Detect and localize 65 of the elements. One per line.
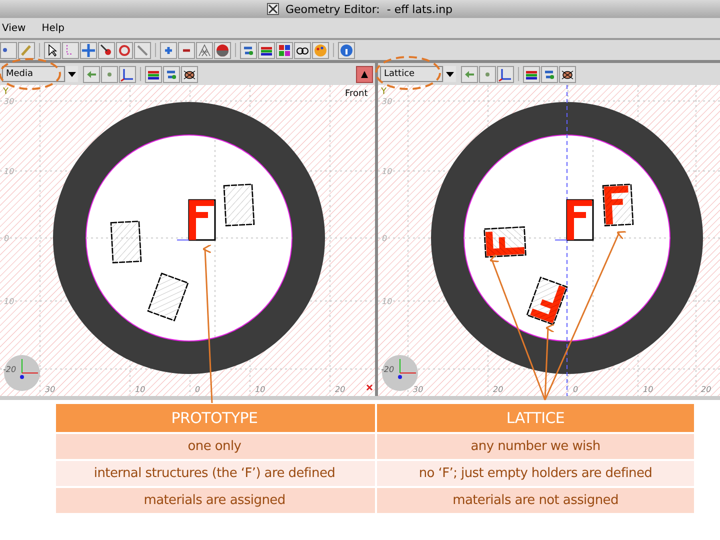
view-dropdown[interactable]: Lattice — [380, 66, 443, 82]
pin-icon[interactable] — [98, 42, 115, 58]
mesh-icon[interactable] — [196, 42, 213, 58]
orientation-axes-icon — [4, 355, 40, 391]
app-icon — [267, 3, 280, 15]
table-cell: no ‘F’; just empty holders are defined — [375, 461, 694, 486]
axis-tick-label: 10 — [4, 167, 14, 176]
axes-icon[interactable] — [497, 66, 514, 82]
axis-tick-label: 10 — [382, 297, 392, 306]
close-mark-icon[interactable] — [366, 384, 373, 391]
plus-icon[interactable] — [160, 42, 177, 58]
axis-tick-label: 30 — [45, 385, 56, 394]
window-title: Geometry Editor: - eff lats.inp — [285, 2, 453, 16]
pointer-icon[interactable] — [44, 42, 61, 58]
info-icon[interactable] — [338, 42, 355, 58]
table-cell: materials are not assigned — [375, 488, 694, 513]
menu-item[interactable]: View — [0, 22, 28, 34]
view-label: Front — [345, 89, 368, 99]
table-cell-text: internal structures (the ‘F’) are defined — [92, 465, 336, 483]
color-grid-icon[interactable] — [276, 42, 293, 58]
warning-button-icon[interactable] — [356, 66, 373, 82]
column-header: LATTICE — [375, 404, 694, 432]
rotate-icon[interactable] — [116, 42, 133, 58]
axis-tick-label: 20 — [701, 385, 712, 394]
link-icon[interactable] — [294, 42, 311, 58]
sphere-icon[interactable] — [214, 42, 231, 58]
axis-tick-label: 10 — [382, 167, 392, 176]
minus-icon[interactable] — [178, 42, 195, 58]
selection-icon[interactable] — [62, 42, 79, 58]
axis-tick-label: 0 — [4, 234, 10, 243]
holder-drawing — [223, 184, 255, 226]
table-cell: any number we wish — [375, 434, 694, 459]
axis-tick-label: 10 — [135, 385, 146, 394]
axis-tick-label: 30 — [413, 385, 424, 394]
axis-tick-label: 20 — [493, 385, 504, 394]
move-arrows-icon[interactable] — [80, 42, 97, 58]
axis-label: Y — [3, 87, 8, 97]
axis-tick-label: 0 — [382, 234, 388, 243]
holder-drawing — [110, 220, 142, 264]
axis-tick-label: -20 — [3, 365, 16, 374]
axis-tick-label: 20 — [335, 385, 346, 394]
palette-icon[interactable] — [312, 42, 329, 58]
menu-item[interactable]: Help — [40, 22, 67, 34]
axis-tick-label: 30 — [382, 97, 392, 106]
layers-icon[interactable] — [145, 66, 162, 82]
layers-icon[interactable] — [523, 66, 540, 82]
prototype-f-drawing — [554, 199, 594, 241]
axis-tick-label: 10 — [4, 297, 14, 306]
layers-icon[interactable] — [258, 42, 275, 58]
axis-label: Y — [381, 87, 386, 97]
table-cell-text: materials are assigned — [142, 492, 286, 510]
holder-drawing — [602, 184, 634, 226]
prototype-f-drawing — [176, 199, 216, 241]
axis-tick-label: 10 — [643, 385, 654, 394]
axes-icon[interactable] — [119, 66, 136, 82]
table-cell-text: one only — [186, 438, 242, 456]
view-dropdown[interactable]: Media — [2, 66, 65, 82]
column-header: PROTOTYPE — [170, 408, 259, 429]
geometry-canvas[interactable]: Y 30 10 0 10 30 20 0 10 20 -20 — [378, 85, 720, 396]
line-icon[interactable] — [134, 42, 151, 58]
axis-tick-label: 0 — [573, 385, 578, 394]
axis-tick-label: 30 — [4, 97, 14, 106]
axis-tick-label: 0 — [195, 385, 200, 394]
axis-tick-label: -20 — [381, 365, 394, 374]
holder-drawing — [484, 226, 526, 258]
